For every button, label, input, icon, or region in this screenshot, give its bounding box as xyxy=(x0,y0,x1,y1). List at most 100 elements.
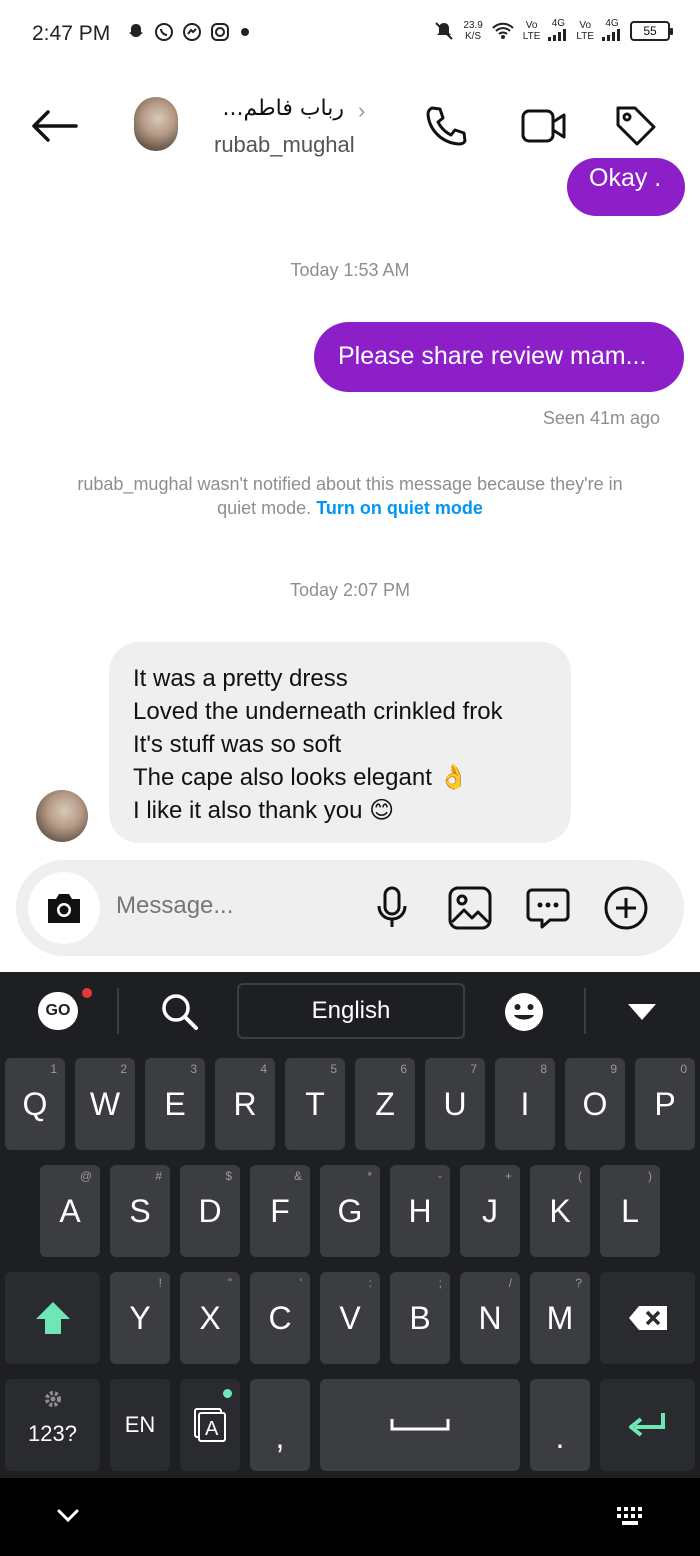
message-input[interactable] xyxy=(116,892,356,920)
key-label: P xyxy=(654,1085,676,1122)
key-j[interactable]: + J xyxy=(460,1165,520,1257)
settings-icon xyxy=(45,1391,61,1407)
sim2-gen: 4G xyxy=(602,18,622,44)
back-arrow-icon[interactable] xyxy=(28,106,80,146)
microphone-icon[interactable] xyxy=(368,884,416,932)
camera-icon xyxy=(48,894,80,923)
key-o[interactable]: 9O xyxy=(565,1058,625,1150)
speed-value: 23.9 xyxy=(463,20,483,31)
navigation-bar xyxy=(0,1478,700,1556)
key-v[interactable]: :V xyxy=(320,1272,380,1364)
language-key[interactable]: EN xyxy=(110,1379,170,1471)
key-b[interactable]: ; B xyxy=(390,1272,450,1364)
key-c[interactable]: ' C xyxy=(250,1272,310,1364)
key-hint: ! xyxy=(158,1276,162,1290)
sender-avatar[interactable] xyxy=(36,790,88,842)
key-g[interactable]: * G xyxy=(320,1165,380,1257)
battery-level: 55 xyxy=(643,24,657,38)
key-label: R xyxy=(233,1085,257,1122)
key-label: H xyxy=(408,1192,432,1229)
key-r[interactable]: 4R xyxy=(215,1058,275,1150)
signal-icon xyxy=(602,29,620,41)
key-i[interactable]: 8I xyxy=(495,1058,555,1150)
key-s[interactable]: # S xyxy=(110,1165,170,1257)
key-label: Q xyxy=(22,1085,48,1122)
sent-message[interactable]: Please share review mam... xyxy=(314,322,684,392)
key-y[interactable]: ! Y xyxy=(110,1272,170,1364)
key-e[interactable]: 3E xyxy=(145,1058,205,1150)
received-message[interactable]: It was a pretty dress Loved the undernea… xyxy=(109,642,571,843)
message-line: Loved the underneath crinkled frok xyxy=(133,698,503,725)
sent-message-partial[interactable]: Okay . xyxy=(567,158,685,216)
key-t[interactable]: 5T xyxy=(285,1058,345,1150)
key-h[interactable]: -H xyxy=(390,1165,450,1257)
backspace-key[interactable] xyxy=(600,1272,695,1364)
chevron-right-icon[interactable]: › xyxy=(358,98,365,124)
contact-name[interactable]: رباب فاطم... xyxy=(214,96,344,121)
key-label: F xyxy=(270,1192,290,1229)
sim1-volte-top: Vo xyxy=(525,20,538,31)
svg-text:A: A xyxy=(205,1418,219,1440)
tag-icon[interactable] xyxy=(612,102,660,150)
key-hint: ? xyxy=(575,1276,582,1290)
key-d[interactable]: $ D xyxy=(180,1165,240,1257)
key-x[interactable]: " X xyxy=(180,1272,240,1364)
key-hint: ( xyxy=(578,1169,582,1183)
signal-icon xyxy=(548,29,567,41)
enter-key[interactable] xyxy=(600,1379,695,1471)
video-icon[interactable] xyxy=(520,102,568,150)
key-hint: 8 xyxy=(540,1062,547,1076)
key-label: , xyxy=(275,1418,285,1455)
quiet-mode-link[interactable]: Turn on quiet mode xyxy=(316,498,483,518)
key-label: O xyxy=(582,1085,608,1122)
key-m[interactable]: ? M xyxy=(530,1272,590,1364)
message-line: I like it also thank you 😊 xyxy=(133,797,395,824)
key-label: Y xyxy=(129,1299,151,1336)
battery-icon: 55 xyxy=(630,21,673,41)
keyboard: GO English 1Q 2W 3E 4R 5T 6Z 7U 8I 9O 0P… xyxy=(0,972,700,1478)
search-icon[interactable] xyxy=(158,990,202,1034)
plus-icon[interactable] xyxy=(602,884,650,932)
key-f[interactable]: & F xyxy=(250,1165,310,1257)
key-k[interactable]: (K xyxy=(530,1165,590,1257)
key-label: X xyxy=(199,1299,221,1336)
timestamp: Today 1:53 AM xyxy=(290,260,410,280)
font-style-key[interactable]: A xyxy=(180,1379,240,1471)
key-l[interactable]: ) L xyxy=(600,1165,660,1257)
keyboard-switch-icon[interactable] xyxy=(616,1506,648,1528)
whatsapp-icon xyxy=(155,23,173,41)
avatar[interactable] xyxy=(134,97,178,151)
space-key[interactable] xyxy=(320,1379,520,1471)
chevron-down-icon[interactable] xyxy=(626,1002,658,1022)
sticker-icon[interactable] xyxy=(524,884,572,932)
chevron-down-icon[interactable] xyxy=(56,1508,80,1524)
language-selector[interactable]: English xyxy=(237,983,465,1039)
number-mode-key[interactable]: 123? xyxy=(5,1379,100,1471)
message-composer xyxy=(16,860,684,956)
key-q[interactable]: 1Q xyxy=(5,1058,65,1150)
contact-username[interactable]: rubab_mughal xyxy=(214,132,355,158)
speed-unit: K/S xyxy=(464,31,482,42)
key-label: S xyxy=(129,1192,151,1229)
key-n[interactable]: / N xyxy=(460,1272,520,1364)
emoji-icon[interactable] xyxy=(503,991,545,1033)
comma-key[interactable]: , xyxy=(250,1379,310,1471)
key-a[interactable]: @ A xyxy=(40,1165,100,1257)
key-p[interactable]: 0P xyxy=(635,1058,695,1150)
key-z[interactable]: 6Z xyxy=(355,1058,415,1150)
key-w[interactable]: 2W xyxy=(75,1058,135,1150)
shift-key[interactable] xyxy=(5,1272,100,1364)
gallery-icon[interactable] xyxy=(446,884,494,932)
key-label: Z xyxy=(375,1085,395,1122)
phone-icon[interactable] xyxy=(422,102,470,150)
timestamp: Today 2:07 PM xyxy=(289,580,411,600)
period-key[interactable]: . xyxy=(530,1379,590,1471)
key-u[interactable]: 7U xyxy=(425,1058,485,1150)
go-button[interactable]: GO xyxy=(38,992,78,1030)
key-hint: ' xyxy=(299,1276,302,1290)
sim1-volte-bottom: LTE xyxy=(522,31,541,42)
sim2-volte-top: Vo xyxy=(579,20,592,31)
camera-button[interactable] xyxy=(28,872,100,944)
key-hint: + xyxy=(504,1169,512,1183)
dot-icon xyxy=(241,28,249,36)
